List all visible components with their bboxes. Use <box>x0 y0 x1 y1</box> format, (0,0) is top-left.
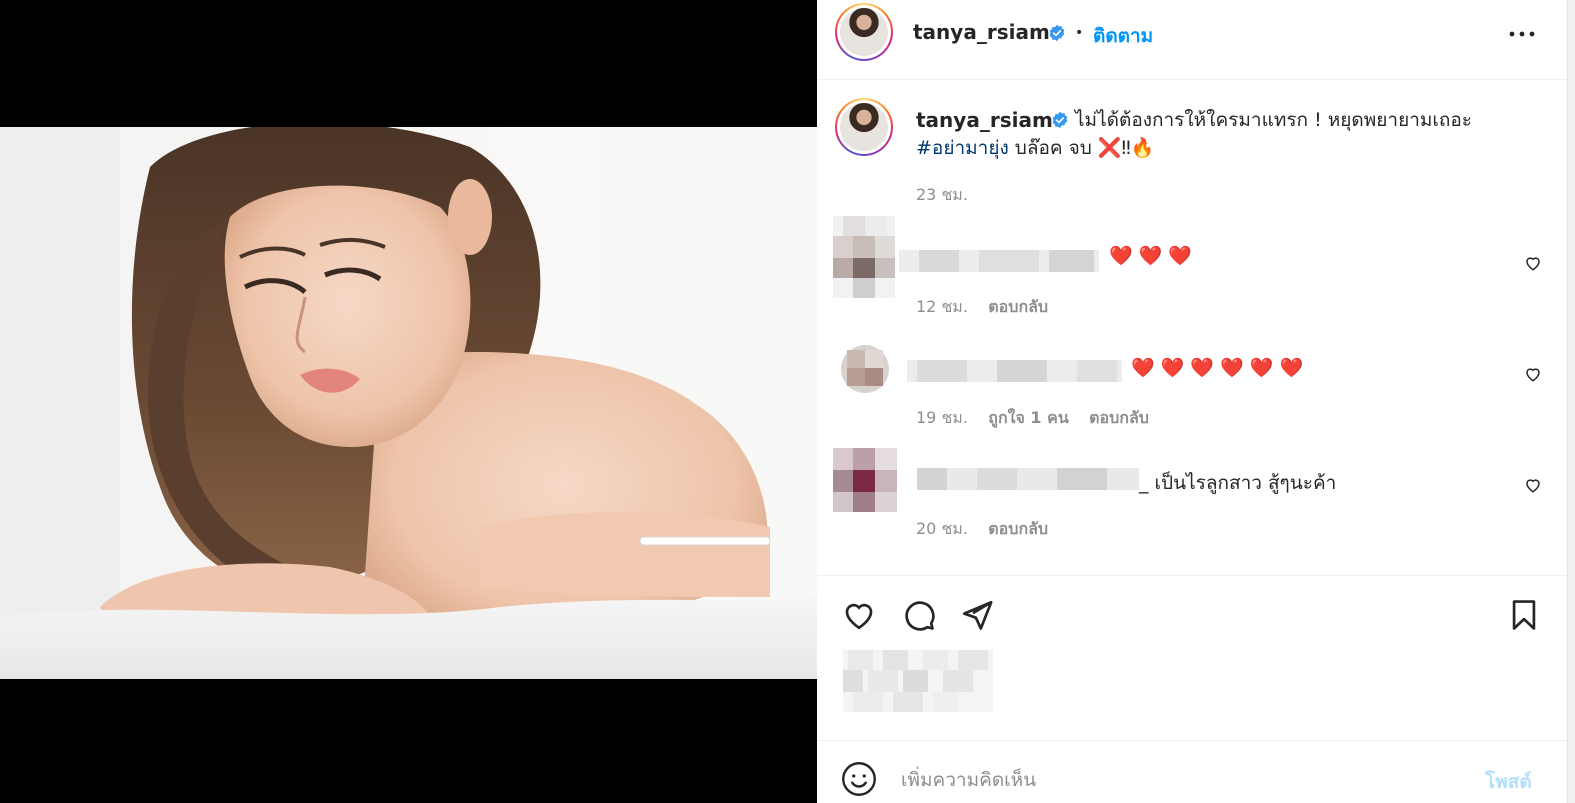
caption-timestamp[interactable]: 23 ชม. <box>916 183 968 208</box>
comment-text: ❤️ ❤️ ❤️ <box>1109 245 1193 267</box>
comment-time[interactable]: 12 ชม. <box>916 297 968 316</box>
post-side-panel: tanya_rsiam • ติดตาม tanya_rsiam ไม่ได้ต… <box>817 0 1567 803</box>
commenter-avatar-blurred[interactable] <box>833 448 897 512</box>
author-avatar[interactable] <box>835 3 893 61</box>
comment-time[interactable]: 20 ชม. <box>916 519 968 538</box>
comment-input[interactable] <box>901 765 1461 795</box>
comment-like-heart-icon[interactable] <box>1524 254 1542 272</box>
reply-button[interactable]: ตอบกลับ <box>988 519 1048 538</box>
commenter-avatar-blurred[interactable] <box>833 216 895 298</box>
commenter-username-blurred[interactable] <box>907 360 1122 382</box>
caption-author-avatar[interactable] <box>835 98 893 156</box>
likes-summary-blurred[interactable] <box>843 650 993 712</box>
heart-icon[interactable] <box>842 598 876 632</box>
comment-likes-count[interactable]: ถูกใจ 1 คน <box>988 408 1068 427</box>
more-options-icon[interactable] <box>1507 24 1537 44</box>
comment-text: ❤️ ❤️ ❤️ ❤️ ❤️ ❤️ <box>1131 357 1304 379</box>
commenter-avatar-blurred[interactable] <box>841 340 889 398</box>
comment-like-heart-icon[interactable] <box>1524 365 1542 383</box>
instagram-post-view: tanya_rsiam • ติดตาม tanya_rsiam ไม่ได้ต… <box>0 0 1575 803</box>
verified-badge-icon <box>1049 24 1065 42</box>
caption-line-2: #อย่ามายุ่ง บล๊อค จบ ❌‼🔥 <box>916 134 1154 162</box>
emoji-smiley-icon[interactable] <box>841 761 877 797</box>
post-header: tanya_rsiam • ติดตาม <box>817 0 1567 80</box>
separator-dot: • <box>1075 25 1084 41</box>
hashtag-link[interactable]: #อย่ามายุ่ง <box>916 137 1009 159</box>
post-media <box>0 0 817 803</box>
scrollbar[interactable] <box>1567 0 1575 803</box>
caption-line-2-rest: บล๊อค จบ ❌‼🔥 <box>1008 137 1155 159</box>
caption-line-1: ไม่ได้ต้องการให้ใครมาแทรก ! หยุดพยายามเถ… <box>1075 109 1473 131</box>
paper-plane-icon[interactable] <box>960 598 994 632</box>
add-comment-bar: โพสต์ <box>817 740 1567 803</box>
verified-badge-icon <box>1052 111 1068 129</box>
comment-like-heart-icon[interactable] <box>1524 476 1542 494</box>
portrait-illustration <box>0 127 817 679</box>
caption-author-username[interactable]: tanya_rsiam <box>916 108 1053 132</box>
comment-time[interactable]: 19 ชม. <box>916 408 968 427</box>
author-username[interactable]: tanya_rsiam <box>913 20 1050 44</box>
commenter-username-blurred[interactable] <box>917 468 1139 490</box>
post-photo[interactable] <box>0 127 817 679</box>
comment-meta: 19 ชม. ถูกใจ 1 คน ตอบกลับ <box>916 406 1149 431</box>
comment-text: _ เป็นไรลูกสาว สู้ๆนะค้า <box>1139 472 1337 494</box>
follow-button[interactable]: ติดตาม <box>1093 21 1153 51</box>
commenter-username-blurred[interactable] <box>899 250 1099 272</box>
reply-button[interactable]: ตอบกลับ <box>988 297 1048 316</box>
post-comment-button[interactable]: โพสต์ <box>1485 767 1532 797</box>
comment-meta: 20 ชม. ตอบกลับ <box>916 517 1048 542</box>
reply-button[interactable]: ตอบกลับ <box>1089 408 1149 427</box>
section-divider <box>817 575 1567 576</box>
comment-bubble-icon[interactable] <box>902 598 936 632</box>
bookmark-icon[interactable] <box>1507 598 1541 632</box>
comment-meta: 12 ชม. ตอบกลับ <box>916 295 1048 320</box>
